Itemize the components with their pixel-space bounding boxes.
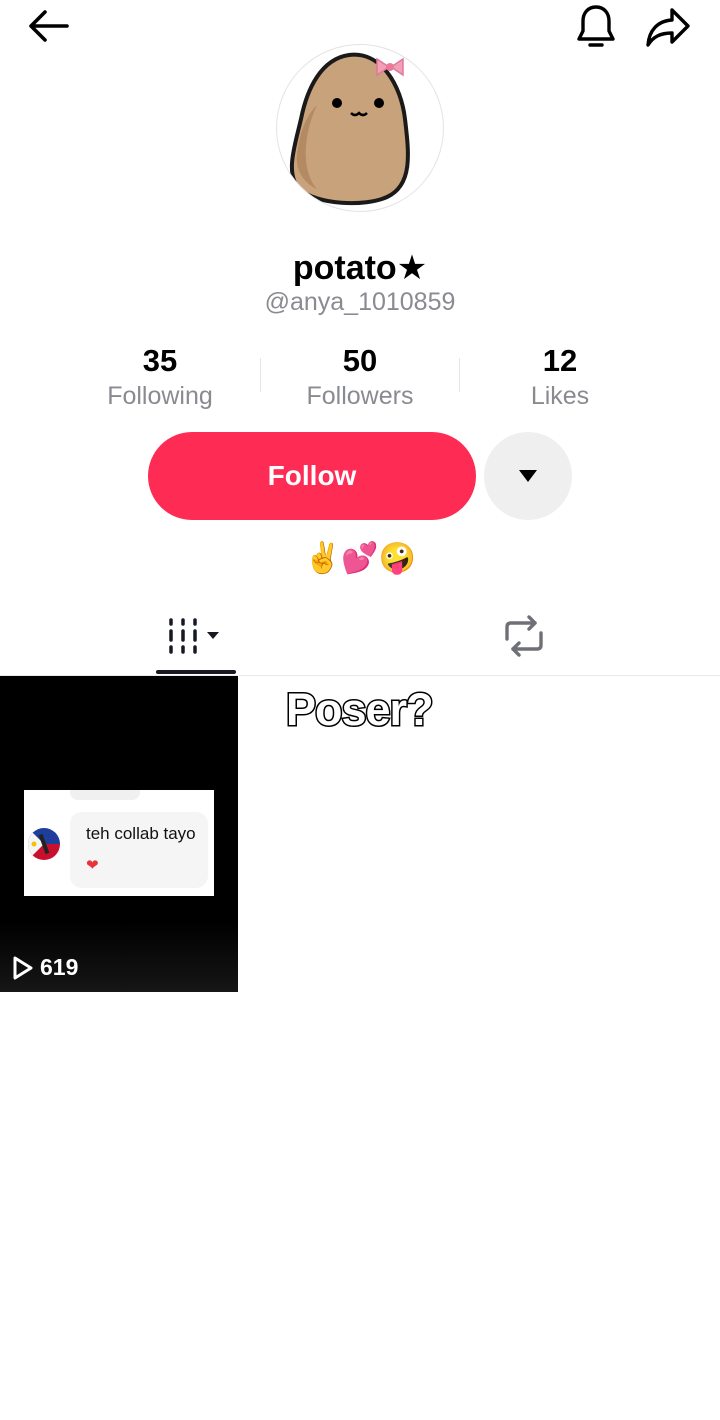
stat-followers[interactable]: 50 Followers: [260, 342, 460, 412]
play-icon: [13, 956, 33, 979]
username: @anya_1010859: [264, 288, 456, 316]
tab-videos[interactable]: [156, 598, 236, 674]
notification-button[interactable]: [570, 2, 622, 52]
profile-bio: ✌️💕🤪: [303, 541, 417, 576]
stat-following[interactable]: 35 Following: [60, 342, 260, 412]
share-arrow-icon: [646, 8, 690, 47]
content-tabs: [0, 598, 720, 676]
stat-label: Likes: [530, 382, 590, 410]
chat-bubble-fragment: [70, 790, 140, 800]
stat-label: Followers: [306, 382, 414, 410]
bell-icon: [577, 5, 615, 47]
heart-icon: ❤: [86, 856, 99, 874]
display-name: potato★: [292, 249, 428, 287]
repost-icon: [505, 615, 543, 657]
play-count-value: 619: [40, 954, 79, 980]
overlay-caption: Poser?: [285, 683, 436, 737]
stat-value: 50: [342, 343, 378, 378]
tab-reposts[interactable]: [484, 598, 564, 674]
back-button[interactable]: [22, 4, 74, 48]
profile-avatar[interactable]: [276, 44, 444, 212]
more-options-button[interactable]: [484, 432, 572, 520]
video-thumbnail[interactable]: teh collab tayo ❤ 619: [0, 676, 238, 992]
stat-likes[interactable]: 12 Likes: [460, 342, 660, 412]
chat-screenshot: teh collab tayo ❤: [24, 790, 214, 896]
chat-avatar: [28, 828, 60, 860]
stat-label: Following: [107, 382, 213, 410]
stat-divider: [260, 358, 261, 392]
potato-with-bow-avatar: [289, 52, 410, 206]
caret-down-icon: [519, 470, 537, 482]
share-button[interactable]: [640, 2, 696, 52]
follow-button[interactable]: Follow: [148, 432, 476, 520]
flag-avatar-icon: [28, 828, 60, 860]
video-grid-icon: [169, 618, 219, 654]
stat-value: 12: [542, 343, 578, 378]
play-count: 619: [12, 954, 78, 981]
profile-stats: 35 Following 50 Followers 12 Likes: [60, 342, 660, 412]
active-tab-indicator: [156, 670, 236, 674]
chat-message-text: teh collab tayo: [86, 824, 196, 843]
stat-value: 35: [142, 343, 178, 378]
arrow-left-icon: [29, 10, 69, 42]
